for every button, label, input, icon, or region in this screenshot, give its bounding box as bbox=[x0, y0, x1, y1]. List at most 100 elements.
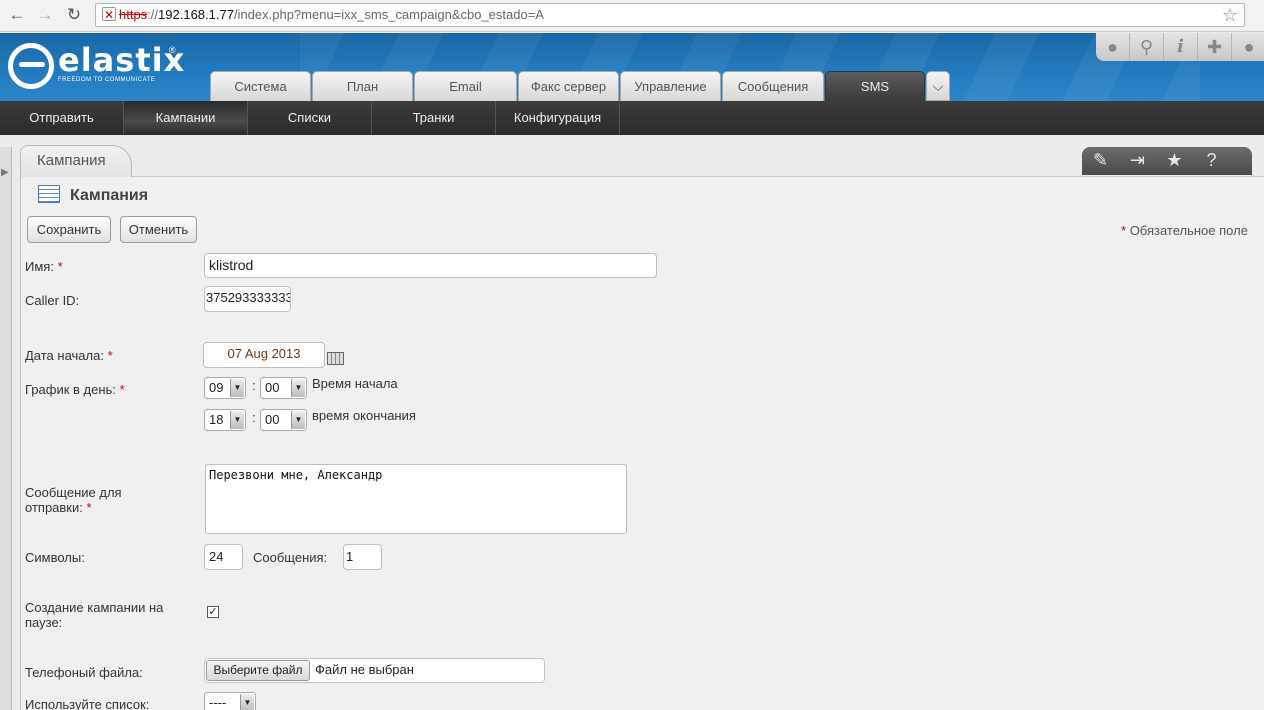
page-title-text: Кампания bbox=[70, 187, 149, 204]
start-time-text: Время начала bbox=[312, 376, 398, 391]
phone-file-label: Телефоный файла: bbox=[25, 665, 143, 680]
required-star: * bbox=[119, 382, 125, 397]
theme-drop-icon[interactable]: ● bbox=[1096, 33, 1131, 61]
symbols-label: Символы: bbox=[25, 550, 85, 565]
tab-fax-server[interactable]: Факс сервер bbox=[518, 71, 619, 101]
url-path: /index.php?menu=ixx_sms_campaign&cbo_est… bbox=[233, 7, 544, 22]
phone-file-input[interactable]: Выберите файл Файл не выбран bbox=[204, 658, 545, 683]
top-tabs: Система План Email Факс сервер Управлени… bbox=[210, 71, 950, 101]
logo-mark bbox=[8, 43, 54, 89]
end-hour-value: 18 bbox=[209, 412, 224, 427]
required-note-text: Обязательное поле bbox=[1129, 223, 1248, 238]
cancel-button[interactable]: Отменить bbox=[120, 216, 197, 243]
edit-icon[interactable]: ✎ bbox=[1082, 147, 1119, 175]
submenu-send[interactable]: Отправить bbox=[0, 101, 124, 135]
forward-icon[interactable]: → bbox=[34, 4, 56, 26]
message-textarea[interactable]: Перезвони мне, Александр bbox=[205, 464, 627, 534]
tab-sms[interactable]: SMS bbox=[825, 71, 925, 101]
help-icon[interactable]: ? bbox=[1193, 147, 1230, 175]
user-icon[interactable]: ● bbox=[1232, 33, 1264, 61]
chevron-down-icon[interactable]: ⌵ bbox=[926, 71, 950, 101]
tab-management[interactable]: Управление bbox=[620, 71, 721, 101]
submenu-config[interactable]: Конфигурация bbox=[496, 101, 620, 135]
time-colon: : bbox=[252, 378, 256, 393]
url-protocol: https bbox=[119, 7, 148, 22]
submenu-lists[interactable]: Списки bbox=[248, 101, 372, 135]
sidebar-toggle[interactable]: ▶ bbox=[0, 147, 12, 710]
schedule-label-text: График в день: bbox=[25, 382, 116, 397]
paused-label-line2: паузе: bbox=[25, 615, 63, 630]
elastix-logo[interactable]: elastix ® FREEDOM TO COMMUNICATE bbox=[8, 41, 198, 93]
calendar-icon[interactable] bbox=[327, 352, 344, 365]
tab-plan[interactable]: План bbox=[312, 71, 413, 101]
start-hour-select[interactable]: 09 ▼ bbox=[204, 377, 246, 399]
sub-menu: Отправить Кампании Списки Транки Конфигу… bbox=[0, 101, 1264, 135]
end-time-text: время окончания bbox=[312, 408, 416, 423]
table-icon bbox=[38, 185, 60, 203]
required-star: * bbox=[57, 259, 63, 274]
start-minute-select[interactable]: 00 ▼ bbox=[260, 377, 307, 399]
submenu-campaigns[interactable]: Кампании bbox=[124, 101, 248, 135]
app-header: elastix ® FREEDOM TO COMMUNICATE Система… bbox=[0, 33, 1264, 101]
url-host: 192.168.1.77 bbox=[158, 7, 234, 22]
url-separator: :// bbox=[147, 7, 159, 22]
callerid-label: Caller ID: bbox=[25, 293, 80, 308]
dropdown-arrow-icon: ▼ bbox=[240, 694, 254, 710]
search-icon[interactable]: ⚲ bbox=[1130, 33, 1165, 61]
paused-label: Создание кампании на паузе: bbox=[25, 600, 163, 630]
message-label-line2: отправки: bbox=[25, 500, 83, 515]
symbols-count-input[interactable]: 24 bbox=[204, 544, 243, 570]
messages-count-input[interactable]: 1 bbox=[343, 544, 382, 570]
dropdown-arrow-icon: ▼ bbox=[291, 379, 305, 397]
content-tab[interactable]: Кампания bbox=[20, 145, 132, 177]
required-star: * bbox=[86, 500, 92, 515]
page-title: Кампания bbox=[38, 185, 148, 205]
messages-label: Сообщения: bbox=[253, 550, 328, 565]
export-icon[interactable]: ⇥ bbox=[1119, 147, 1156, 175]
save-button[interactable]: Сохранить bbox=[27, 216, 111, 243]
content-tools: ✎ ⇥ ★ ? bbox=[1082, 147, 1252, 175]
logo-text: elastix bbox=[58, 41, 186, 79]
use-list-select[interactable]: ---- ▼ bbox=[204, 692, 256, 710]
message-label: Сообщение для отправки: * bbox=[25, 485, 122, 515]
tab-system[interactable]: Система bbox=[210, 71, 311, 101]
tab-messages[interactable]: Сообщения bbox=[722, 71, 824, 101]
start-date-input[interactable]: 07 Aug 2013 bbox=[203, 342, 325, 368]
schedule-label: График в день: * bbox=[25, 382, 125, 397]
reload-icon[interactable]: ↻ bbox=[63, 4, 85, 26]
date-label: Дата начала: * bbox=[25, 348, 113, 363]
required-star: * bbox=[107, 348, 113, 363]
callerid-input[interactable]: 375293333333 bbox=[204, 286, 291, 312]
tab-email[interactable]: Email bbox=[414, 71, 517, 101]
back-icon[interactable]: ← bbox=[6, 4, 28, 26]
file-status-text: Файл не выбран bbox=[315, 662, 414, 677]
submenu-trunks[interactable]: Транки bbox=[372, 101, 496, 135]
end-hour-select[interactable]: 18 ▼ bbox=[204, 409, 246, 431]
name-label-text: Имя: bbox=[25, 259, 54, 274]
start-minute-value: 00 bbox=[265, 380, 280, 395]
bookmark-star-icon[interactable]: ☆ bbox=[1222, 4, 1238, 26]
message-label-line1: Сообщение для bbox=[25, 485, 122, 500]
end-minute-select[interactable]: 00 ▼ bbox=[260, 409, 307, 431]
paused-checkbox[interactable]: ✓ bbox=[207, 606, 219, 618]
dropdown-arrow-icon: ▼ bbox=[230, 411, 244, 429]
address-bar[interactable]: https://192.168.1.77/index.php?menu=ixx_… bbox=[95, 3, 1245, 27]
info-icon[interactable]: i bbox=[1164, 33, 1199, 61]
name-input[interactable]: klistrod bbox=[204, 253, 657, 278]
addons-puzzle-icon[interactable]: ✚ bbox=[1198, 33, 1233, 61]
header-tools: ● ⚲ i ✚ ● bbox=[1096, 33, 1264, 61]
choose-file-button[interactable]: Выберите файл bbox=[206, 660, 310, 681]
start-hour-value: 09 bbox=[209, 380, 224, 395]
logo-tagline: FREEDOM TO COMMUNICATE bbox=[58, 77, 156, 83]
use-list-label: Используйте список: bbox=[25, 697, 150, 710]
logo-registered: ® bbox=[169, 45, 176, 55]
name-label: Имя: * bbox=[25, 259, 63, 274]
required-note: * Обязательное поле bbox=[1121, 223, 1248, 238]
time-colon: : bbox=[252, 410, 256, 425]
chevron-right-icon: ▶ bbox=[1, 167, 9, 178]
dropdown-arrow-icon: ▼ bbox=[230, 379, 244, 397]
favorite-star-icon[interactable]: ★ bbox=[1156, 147, 1193, 175]
dropdown-arrow-icon: ▼ bbox=[291, 411, 305, 429]
browser-toolbar: ← → ↻ https://192.168.1.77/index.php?men… bbox=[0, 0, 1264, 32]
required-star: * bbox=[1121, 223, 1127, 238]
